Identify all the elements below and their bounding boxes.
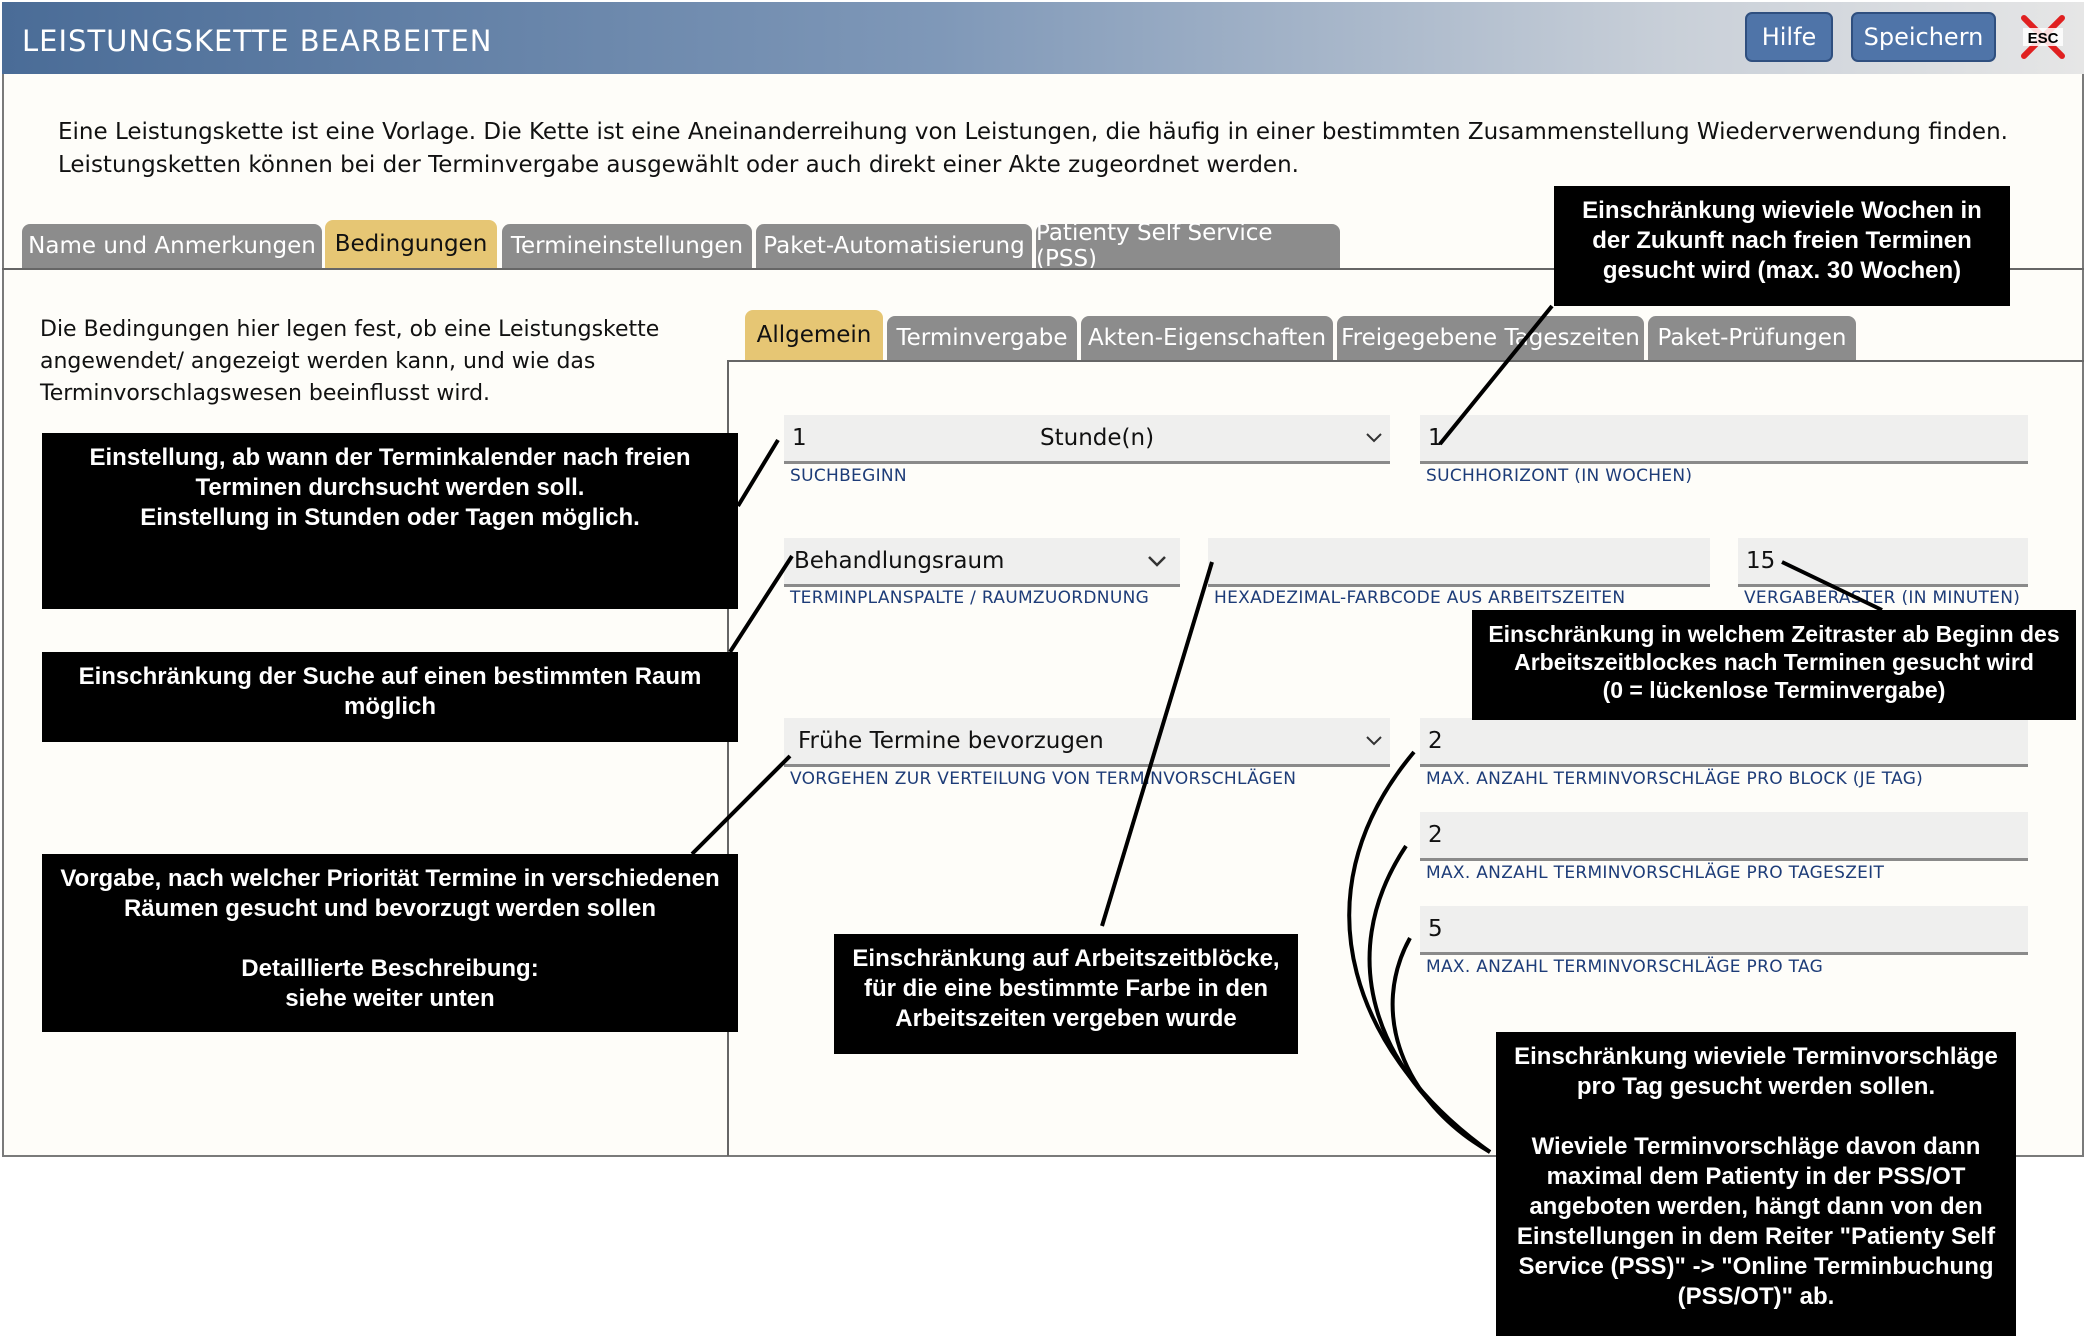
callout-raum: Einschränkung der Suche auf einen bestim…	[42, 652, 738, 742]
callout-anzahl: Einschränkung wieviele Terminvorschläge p…	[1496, 1032, 2016, 1336]
callout-horizont: Einschränkung wieviele Wochen in der Zuku…	[1554, 186, 2010, 306]
callout-raster: Einschränkung in welchem Zeitraster ab B…	[1472, 610, 2076, 720]
callout-vorgehen: Vorgabe, nach welcher Priorität Termine …	[42, 854, 738, 1032]
callout-suchbeginn: Einstellung, ab wann der Terminkalender …	[42, 433, 738, 609]
callout-farbe: Einschränkung auf Arbeitszeitblöcke, für …	[834, 934, 1298, 1054]
